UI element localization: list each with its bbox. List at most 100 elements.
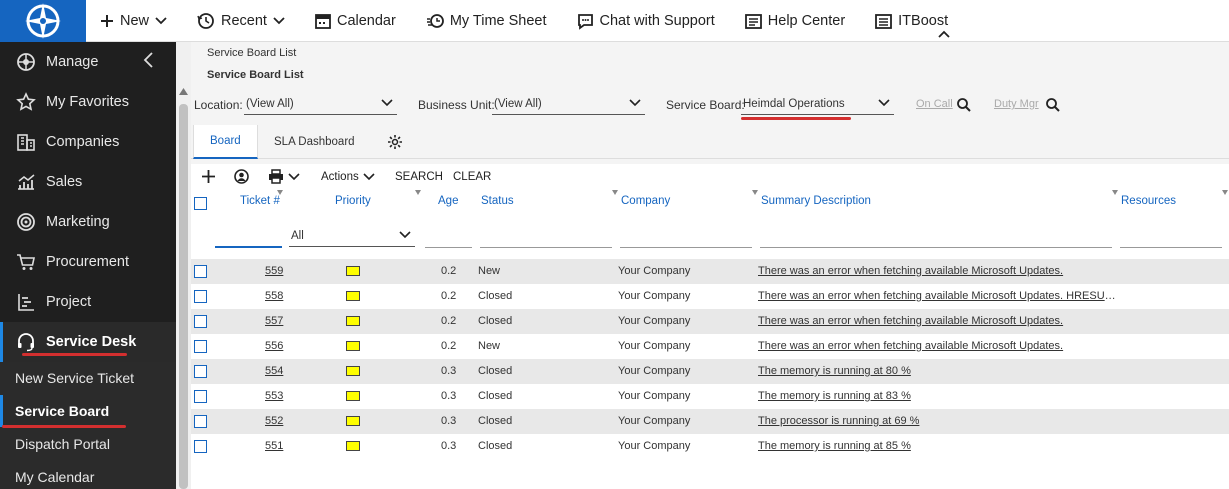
sidebar-item-sales[interactable]: Sales xyxy=(0,162,176,202)
sub-item-service-board[interactable]: Service Board xyxy=(0,395,176,427)
add-icon[interactable] xyxy=(202,170,215,183)
ticket-number-link[interactable]: 552 xyxy=(265,415,283,427)
sub-item-my-calendar[interactable]: My Calendar xyxy=(0,461,176,489)
column-menu-icon[interactable] xyxy=(277,190,283,196)
gear-icon[interactable] xyxy=(387,134,403,150)
sidebar-item-marketing[interactable]: Marketing xyxy=(0,202,176,242)
ticket-number-link[interactable]: 556 xyxy=(265,340,283,352)
nav-timesheet[interactable]: My Time Sheet xyxy=(426,12,547,30)
scroll-up-arrow-icon[interactable] xyxy=(179,88,188,95)
search-icon[interactable] xyxy=(1046,98,1060,112)
col-status[interactable]: Status xyxy=(481,195,514,207)
search-button[interactable]: SEARCH xyxy=(395,171,443,183)
sub-item-dispatch-portal[interactable]: Dispatch Portal xyxy=(0,428,176,460)
priority-filter-select[interactable]: All xyxy=(289,226,415,247)
summary-link[interactable]: There was an error when fetching availab… xyxy=(758,265,1118,277)
sidebar-item-project[interactable]: Project xyxy=(0,282,176,322)
nav-calendar[interactable]: Calendar xyxy=(315,13,396,29)
column-menu-icon[interactable] xyxy=(1112,190,1118,196)
row-checkbox[interactable] xyxy=(194,440,207,453)
row-checkbox[interactable] xyxy=(194,315,207,328)
table-row[interactable]: 552 0.3 Closed Your Company The processor is… xyxy=(191,409,1229,434)
summary-link[interactable]: There was an error when fetching availab… xyxy=(758,340,1118,352)
ticket-filter-input[interactable] xyxy=(215,246,282,248)
col-ticket[interactable]: Ticket # xyxy=(240,195,280,207)
business-unit-select[interactable]: (View All) xyxy=(492,94,645,115)
col-summary[interactable]: Summary Description xyxy=(761,195,871,207)
summary-filter-input[interactable] xyxy=(760,247,1112,248)
clear-button[interactable]: CLEAR xyxy=(453,171,491,183)
status-filter-input[interactable] xyxy=(480,247,612,248)
location-select[interactable]: (View All) xyxy=(244,94,397,115)
company-filter-input[interactable] xyxy=(620,247,752,248)
select-all-checkbox[interactable] xyxy=(194,197,207,210)
duty-mgr-link[interactable]: Duty Mgr xyxy=(994,98,1039,110)
chevron-up-icon[interactable] xyxy=(938,30,950,38)
company-cell: Your Company xyxy=(618,265,691,277)
table-row[interactable]: 554 0.3 Closed Your Company The memory is ru… xyxy=(191,359,1229,384)
sidebar-scroll-thumb[interactable] xyxy=(179,104,188,489)
row-checkbox[interactable] xyxy=(194,390,207,403)
col-company[interactable]: Company xyxy=(621,195,670,207)
print-icon[interactable] xyxy=(268,169,284,184)
app-logo[interactable] xyxy=(0,0,86,42)
ticket-number-link[interactable]: 553 xyxy=(265,390,283,402)
row-checkbox[interactable] xyxy=(194,290,207,303)
row-checkbox[interactable] xyxy=(194,265,207,278)
col-resources[interactable]: Resources xyxy=(1121,195,1176,207)
building-icon xyxy=(16,132,36,152)
tab-board[interactable]: Board xyxy=(193,125,258,159)
sidebar-item-service-desk[interactable]: Service Desk xyxy=(0,322,176,362)
summary-link[interactable]: There was an error when fetching availab… xyxy=(758,315,1118,327)
breadcrumb-parent[interactable]: Service Board List xyxy=(207,47,296,59)
ticket-number-link[interactable]: 551 xyxy=(265,440,283,452)
chevron-down-icon[interactable] xyxy=(363,173,375,181)
nav-new[interactable]: New xyxy=(100,13,167,29)
table-row[interactable]: 551 0.3 Closed Your Company The memory is ru… xyxy=(191,434,1229,459)
col-priority[interactable]: Priority xyxy=(335,195,371,207)
row-checkbox[interactable] xyxy=(194,415,207,428)
ticket-number-link[interactable]: 559 xyxy=(265,265,283,277)
location-value: (View All) xyxy=(246,98,294,110)
row-checkbox[interactable] xyxy=(194,340,207,353)
summary-link[interactable]: There was an error when fetching availab… xyxy=(758,290,1118,302)
collapse-sidebar-icon[interactable] xyxy=(142,52,154,68)
sidebar-item-companies[interactable]: Companies xyxy=(0,122,176,162)
nav-chat-support[interactable]: Chat with Support xyxy=(577,13,715,30)
sidebar-item-procurement[interactable]: Procurement xyxy=(0,242,176,282)
on-call-link[interactable]: On Call xyxy=(916,98,953,110)
column-menu-icon[interactable] xyxy=(752,190,758,196)
sub-active-indicator xyxy=(0,395,3,427)
sidebar-item-favorites[interactable]: My Favorites xyxy=(0,82,176,122)
summary-link[interactable]: The memory is running at 80 % xyxy=(758,365,1118,377)
tab-sla-dashboard[interactable]: SLA Dashboard xyxy=(258,125,371,159)
plus-icon xyxy=(101,15,113,27)
table-row[interactable]: 559 0.2 New Your Company There was an error … xyxy=(191,259,1229,284)
table-row[interactable]: 558 0.2 Closed Your Company There was an err… xyxy=(191,284,1229,309)
actions-menu[interactable]: Actions xyxy=(321,171,359,183)
age-filter-input[interactable] xyxy=(425,247,472,248)
resources-filter-input[interactable] xyxy=(1120,247,1222,248)
column-menu-icon[interactable] xyxy=(1222,190,1228,196)
table-row[interactable]: 557 0.2 Closed Your Company There was an err… xyxy=(191,309,1229,334)
nav-itboost[interactable]: ITBoost xyxy=(875,13,948,29)
summary-link[interactable]: The memory is running at 85 % xyxy=(758,440,1118,452)
ticket-number-link[interactable]: 557 xyxy=(265,315,283,327)
summary-link[interactable]: The processor is running at 69 % xyxy=(758,415,1118,427)
column-menu-icon[interactable] xyxy=(612,190,618,196)
table-row[interactable]: 553 0.3 Closed Your Company The memory is ru… xyxy=(191,384,1229,409)
user-circle-icon[interactable] xyxy=(234,169,249,184)
col-age[interactable]: Age xyxy=(438,195,458,207)
summary-link[interactable]: The memory is running at 83 % xyxy=(758,390,1118,402)
table-row[interactable]: 556 0.2 New Your Company There was an error … xyxy=(191,334,1229,359)
ticket-number-link[interactable]: 558 xyxy=(265,290,283,302)
service-board-select[interactable]: Heimdal Operations xyxy=(741,94,894,115)
ticket-number-link[interactable]: 554 xyxy=(265,365,283,377)
nav-recent[interactable]: Recent xyxy=(197,12,285,30)
search-icon[interactable] xyxy=(957,98,971,112)
sub-item-new-service-ticket[interactable]: New Service Ticket xyxy=(0,362,176,394)
chevron-down-icon[interactable] xyxy=(288,173,300,181)
column-menu-icon[interactable] xyxy=(415,190,421,196)
nav-help-center[interactable]: Help Center xyxy=(744,13,845,29)
row-checkbox[interactable] xyxy=(194,365,207,378)
